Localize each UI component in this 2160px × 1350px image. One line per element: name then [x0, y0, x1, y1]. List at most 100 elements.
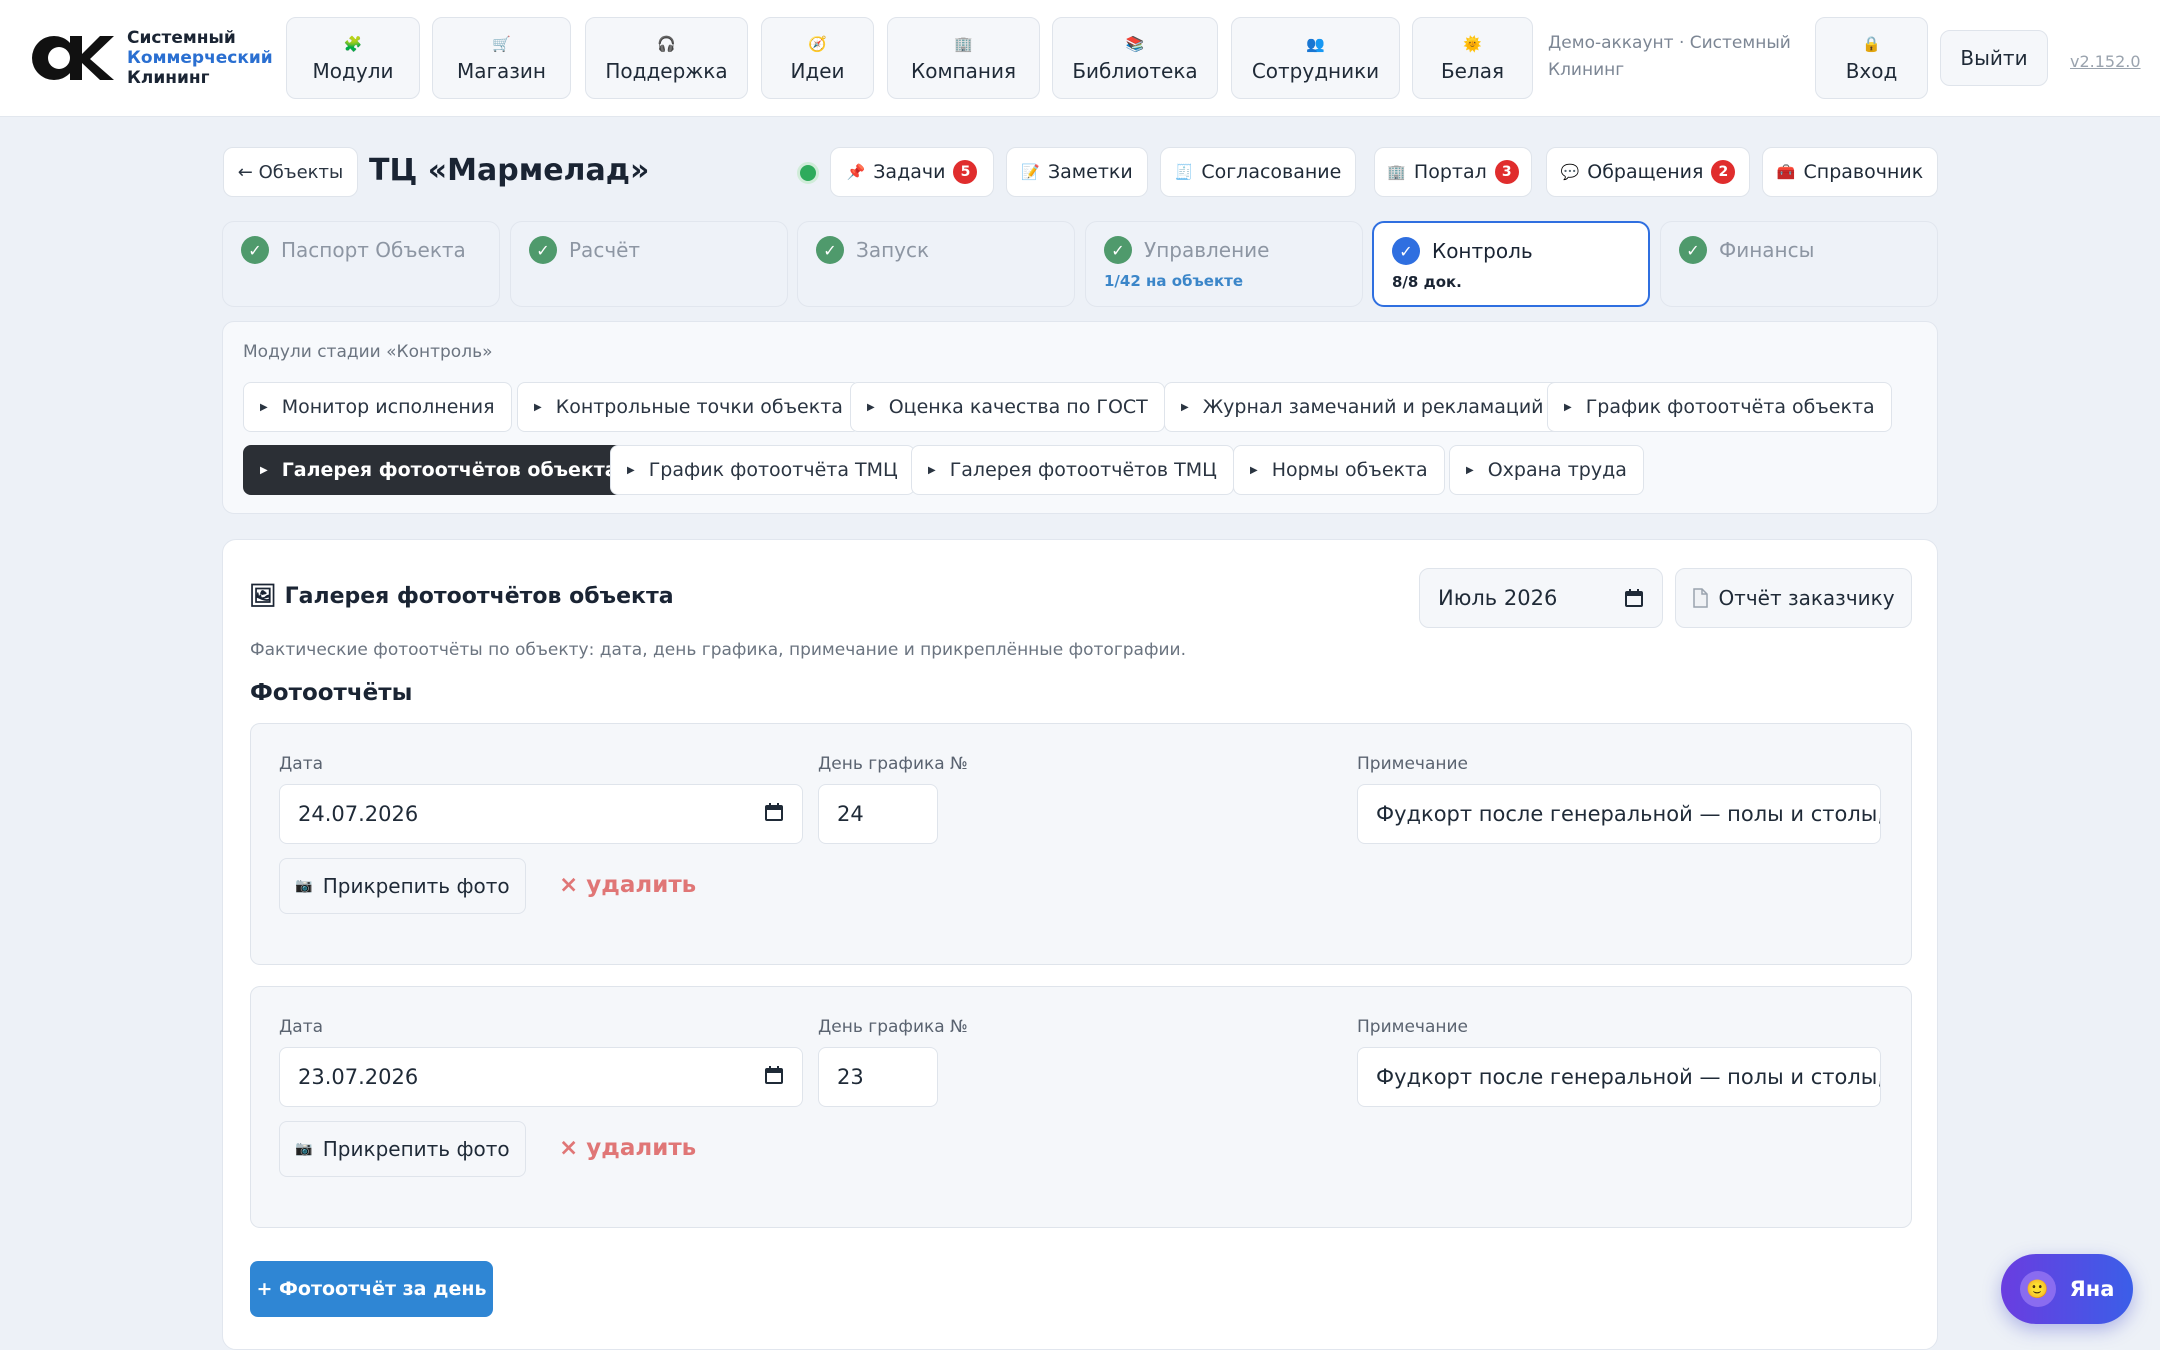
brand-line-2: Коммерческий	[127, 48, 273, 68]
attach-photo-button[interactable]: 📷 Прикрепить фото	[279, 1121, 526, 1177]
module-label: Галерея фотоотчётов ТМЦ	[949, 459, 1217, 481]
schedule-day-field[interactable]: 24	[818, 784, 938, 844]
back-to-objects-button[interactable]: ← Объекты	[223, 147, 358, 197]
check-icon: ✓	[529, 236, 557, 264]
module-complaints-log[interactable]: ▶ Журнал замечаний и рекламаций	[1164, 382, 1561, 432]
date-field[interactable]: 23.07.2026	[279, 1047, 803, 1107]
check-icon: ✓	[241, 236, 269, 264]
module-object-norms[interactable]: ▶ Нормы объекта	[1233, 445, 1445, 495]
module-tmc-photo-gallery[interactable]: ▶ Галерея фотоотчётов ТМЦ	[911, 445, 1234, 495]
tab-label: Портал	[1413, 161, 1487, 183]
stage-label: Паспорт Объекта	[281, 238, 466, 262]
photo-gallery-card: 🖼 Галерея фотоотчётов объекта Июль 2026 …	[222, 539, 1938, 1350]
account-info: Демо-аккаунт · Системный Клининг	[1548, 33, 1791, 80]
tab-tasks[interactable]: 📌 Задачи 5	[830, 147, 994, 197]
calendar-icon[interactable]	[764, 1065, 784, 1085]
attach-photo-button[interactable]: 📷 Прикрепить фото	[279, 858, 526, 914]
tasks-count-badge: 5	[953, 160, 978, 184]
company-logo	[32, 36, 114, 80]
nav-library-button[interactable]: 📚 Библиотека	[1052, 17, 1218, 99]
attach-label: Прикрепить фото	[322, 1137, 510, 1161]
nav-staff-button[interactable]: 👥 Сотрудники	[1231, 17, 1400, 99]
delete-entry-link[interactable]: × удалить	[559, 1135, 696, 1161]
stage-modules-panel: Модули стадии «Контроль» ▶ Монитор исполн…	[222, 321, 1938, 514]
tab-approval[interactable]: 🧾 Согласование	[1160, 147, 1356, 197]
date-value: 24.07.2026	[298, 802, 419, 826]
module-tmc-photo-schedule[interactable]: ▶ График фотоотчёта ТМЦ	[610, 445, 915, 495]
stage-passport[interactable]: ✓ Паспорт Объекта	[222, 221, 500, 307]
stage-management[interactable]: ✓ Управление 1/42 на объекте	[1085, 221, 1363, 307]
document-icon	[1693, 588, 1709, 608]
nav-label: Магазин	[457, 59, 546, 83]
report-label: Отчёт заказчику	[1718, 586, 1895, 610]
note-field[interactable]: Фудкорт после генеральной — полы и столы…	[1357, 784, 1881, 844]
gallery-title: 🖼 Галерея фотоотчётов объекта	[249, 584, 674, 609]
play-icon: ▶	[1181, 401, 1189, 413]
version-link[interactable]: v2.152.0	[2070, 52, 2141, 71]
stage-finance[interactable]: ✓ Финансы	[1660, 221, 1938, 307]
play-icon: ▶	[928, 464, 936, 476]
date-field[interactable]: 24.07.2026	[279, 784, 803, 844]
nav-company-button[interactable]: 🏢 Компания	[887, 17, 1040, 99]
add-daily-report-button[interactable]: + Фотоотчёт за день	[250, 1261, 493, 1317]
assistant-button[interactable]: 🙂 Яна	[2001, 1254, 2133, 1324]
theme-toggle-button[interactable]: 🌞 Белая	[1412, 17, 1533, 99]
date-label: Дата	[279, 1017, 324, 1037]
module-photo-gallery[interactable]: ▶ Галерея фотоотчётов объекта	[243, 445, 635, 495]
headphones-icon: 🎧	[657, 35, 676, 53]
module-photo-schedule[interactable]: ▶ График фотоотчёта объекта	[1547, 382, 1892, 432]
stage-control[interactable]: ✓ Контроль 8/8 док.	[1372, 221, 1650, 307]
object-title: ТЦ «Мармелад»	[369, 153, 650, 188]
stage-calculation[interactable]: ✓ Расчёт	[510, 221, 788, 307]
module-label: Контрольные точки объекта	[555, 396, 843, 418]
pin-icon: 📌	[846, 163, 866, 181]
nav-support-button[interactable]: 🎧 Поддержка	[585, 17, 748, 99]
module-gost-quality[interactable]: ▶ Оценка качества по ГОСТ	[850, 382, 1165, 432]
note-label: Примечание	[1357, 754, 1468, 774]
nav-ideas-button[interactable]: 🧭 Идеи	[761, 17, 874, 99]
tab-reference[interactable]: 🧰 Справочник	[1762, 147, 1938, 197]
calendar-icon[interactable]	[764, 802, 784, 822]
tab-notes[interactable]: 📝 Заметки	[1006, 147, 1148, 197]
check-icon: ✓	[1679, 236, 1707, 264]
attach-label: Прикрепить фото	[322, 874, 510, 898]
play-icon: ▶	[1250, 464, 1258, 476]
tab-label: Обращения	[1587, 161, 1704, 183]
stage-label: Финансы	[1719, 238, 1815, 262]
check-icon: ✓	[1104, 236, 1132, 264]
photo-report-entry: Дата День графика № Примечание 23.07.202…	[250, 986, 1912, 1228]
module-label: Оценка качества по ГОСТ	[888, 396, 1148, 418]
module-execution-monitor[interactable]: ▶ Монитор исполнения	[243, 382, 512, 432]
books-icon: 📚	[1125, 35, 1145, 53]
day-label: День графика №	[818, 1017, 968, 1037]
nav-shop-button[interactable]: 🛒 Магазин	[432, 17, 571, 99]
modules-caption: Модули стадии «Контроль»	[243, 342, 493, 362]
customer-report-button[interactable]: Отчёт заказчику	[1675, 568, 1912, 628]
tab-portal[interactable]: 🏢 Портал 3	[1374, 147, 1532, 197]
date-label: Дата	[279, 754, 324, 774]
stage-launch[interactable]: ✓ Запуск	[797, 221, 1075, 307]
module-label: Нормы объекта	[1271, 459, 1428, 481]
calendar-icon	[1625, 589, 1643, 607]
camera-icon: 📷	[295, 1141, 313, 1157]
play-icon: ▶	[260, 401, 268, 413]
login-button[interactable]: 🔒 Вход	[1815, 17, 1928, 99]
nav-label: Библиотека	[1072, 59, 1198, 83]
module-labor-safety[interactable]: ▶ Охрана труда	[1449, 445, 1644, 495]
month-picker[interactable]: Июль 2026	[1419, 568, 1663, 628]
nav-label: Сотрудники	[1251, 59, 1380, 83]
note-field[interactable]: Фудкорт после генеральной — полы и столы…	[1357, 1047, 1881, 1107]
tab-requests[interactable]: 💬 Обращения 2	[1546, 147, 1750, 197]
delete-entry-link[interactable]: × удалить	[559, 872, 696, 898]
portal-count-badge: 3	[1494, 160, 1519, 184]
people-icon: 👥	[1306, 35, 1325, 53]
nav-modules-button[interactable]: 🧩 Модули	[286, 17, 420, 99]
module-checkpoints[interactable]: ▶ Контрольные точки объекта	[517, 382, 860, 432]
stage-progress: 1/42 на объекте	[1104, 272, 1243, 290]
month-value: Июль 2026	[1438, 586, 1558, 610]
nav-label: Поддержка	[605, 59, 728, 83]
schedule-day-field[interactable]: 23	[818, 1047, 938, 1107]
nav-label: Компания	[911, 59, 1016, 83]
module-label: Охрана труда	[1487, 459, 1627, 481]
logout-button[interactable]: Выйти	[1940, 30, 2048, 86]
